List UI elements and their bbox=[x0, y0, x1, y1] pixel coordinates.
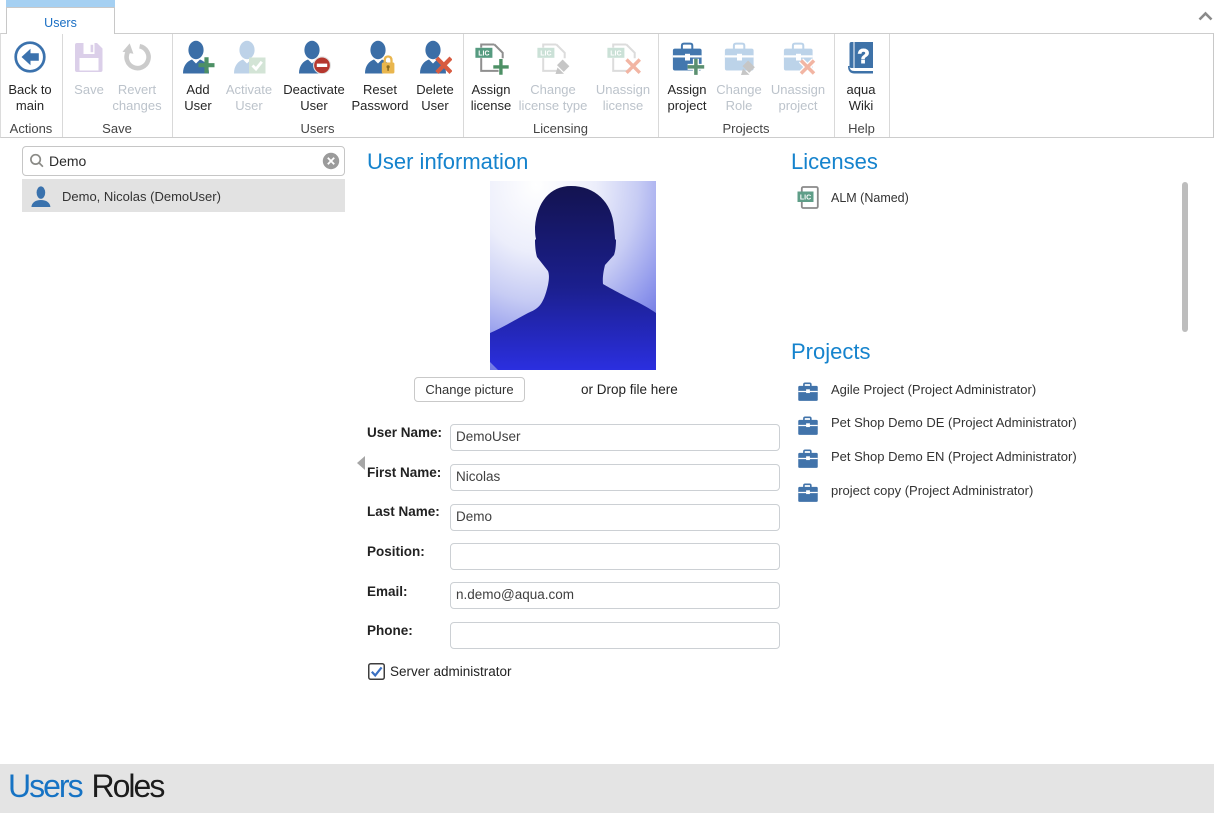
svg-text:LIC: LIC bbox=[540, 50, 551, 57]
svg-text:LIC: LIC bbox=[800, 195, 811, 202]
svg-text:?: ? bbox=[857, 46, 869, 68]
svg-text:LIC: LIC bbox=[478, 50, 489, 57]
svg-text:LIC: LIC bbox=[610, 50, 621, 57]
